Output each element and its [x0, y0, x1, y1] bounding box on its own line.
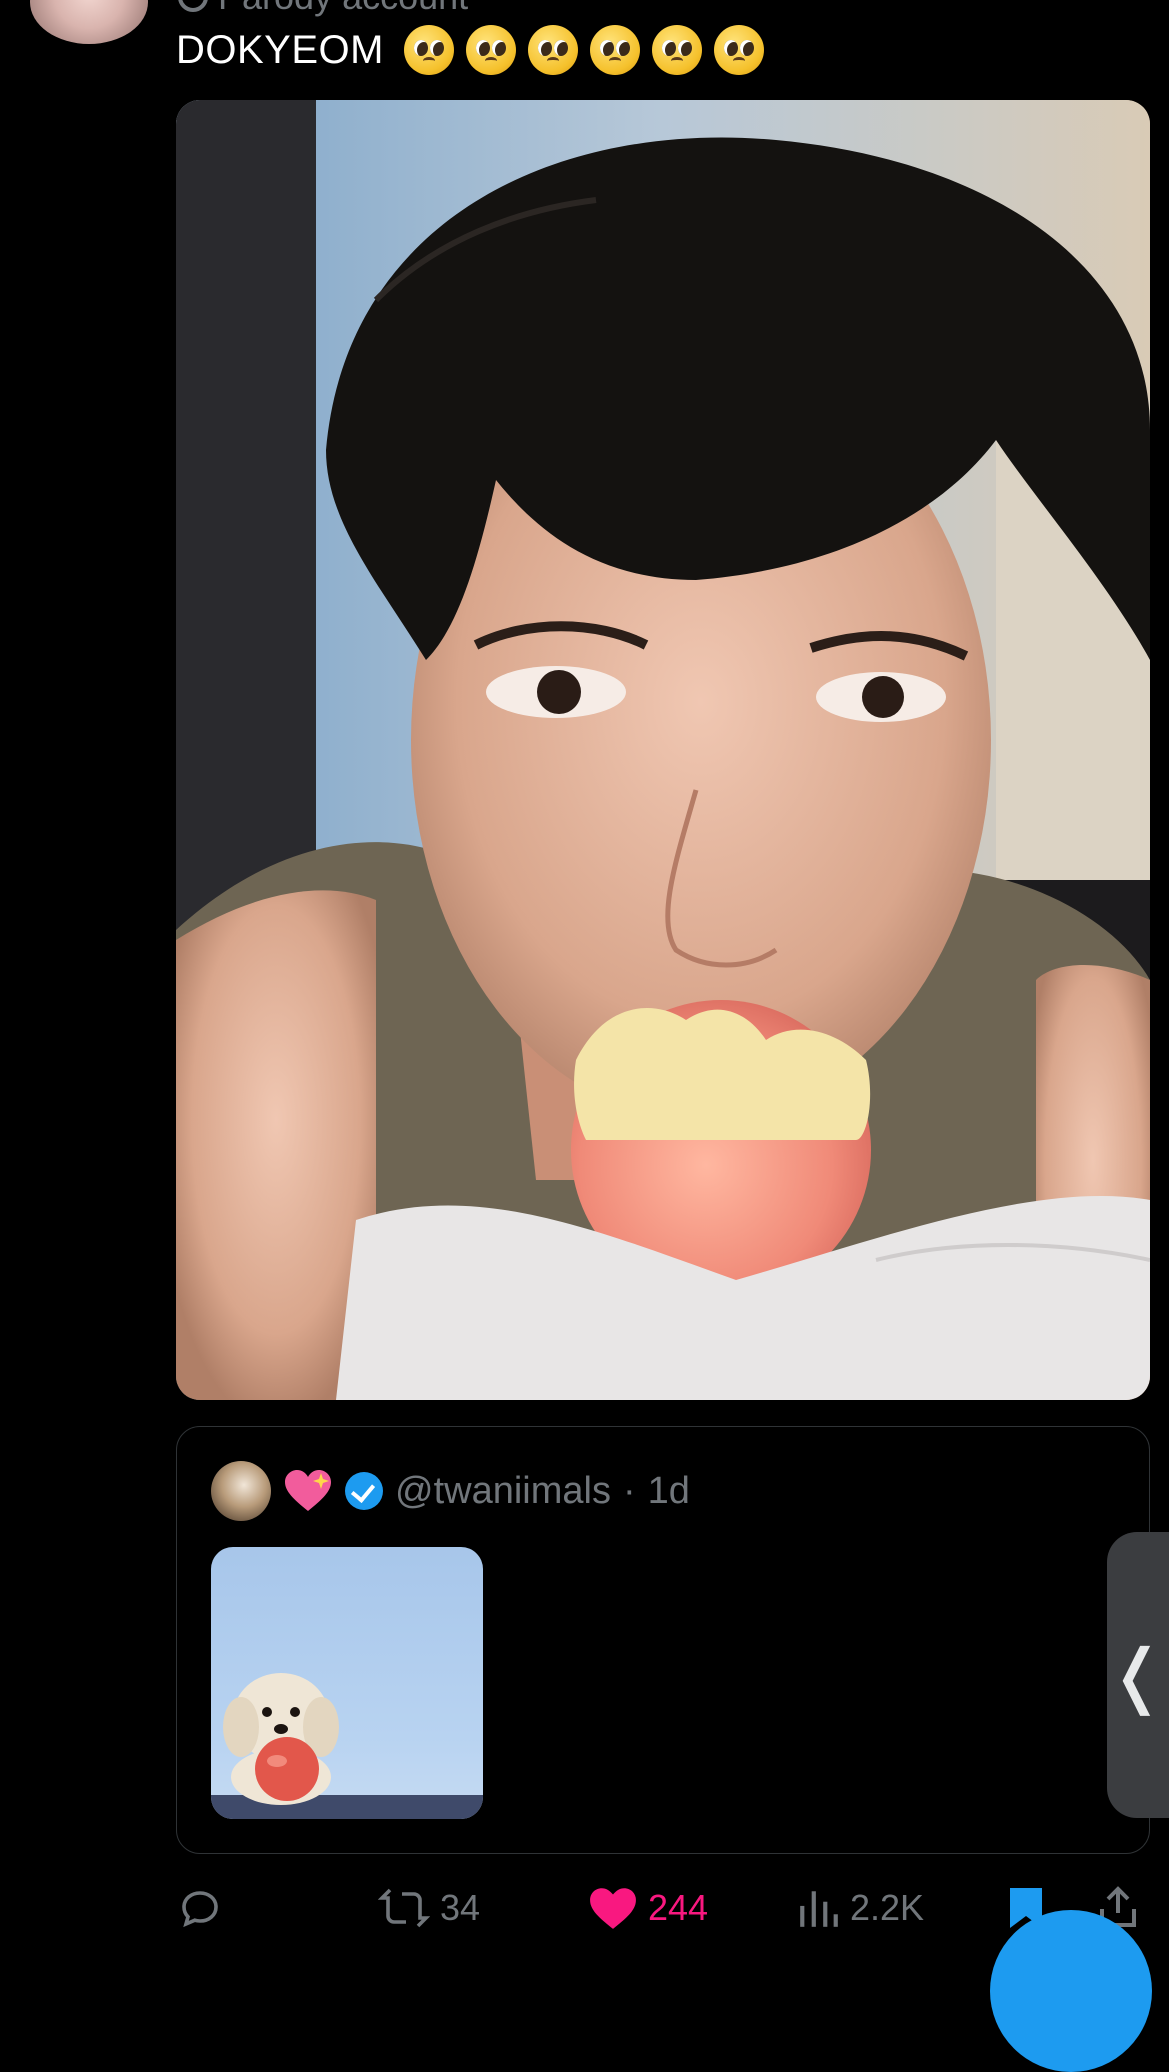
quoted-handle[interactable]: @twaniimals: [395, 1470, 611, 1513]
tweet-text-body: DOKYEOM: [176, 27, 384, 72]
heart-filled-icon: [590, 1888, 636, 1929]
retweet-button[interactable]: 34: [378, 1878, 480, 1938]
pleading-face-icon: [465, 25, 516, 75]
compose-fab-button[interactable]: [990, 1910, 1152, 2072]
emoji-row: [403, 25, 764, 75]
side-collapse-tab[interactable]: ❬: [1107, 1532, 1169, 1818]
analytics-icon: [800, 1891, 838, 1927]
retweet-icon: [378, 1888, 430, 1928]
reply-icon: [182, 1891, 218, 1928]
parody-label: Parody account: [218, 0, 468, 18]
verified-badge-icon: [345, 1472, 383, 1510]
views-count: 2.2K: [850, 1887, 925, 1928]
tweet-action-bar: 34 244 2.2K: [176, 1878, 1156, 1938]
like-count: 244: [648, 1887, 709, 1928]
pleading-face-icon: [713, 25, 764, 75]
quoted-tweet-header: @twaniimals · 1d: [211, 1461, 690, 1521]
pleading-face-icon: [589, 25, 640, 75]
pleading-face-icon: [527, 25, 578, 75]
sparkling-heart-icon: [283, 1469, 333, 1513]
puppy-illustration: [211, 1673, 483, 1819]
author-avatar[interactable]: [30, 0, 148, 44]
parody-icon: [178, 0, 208, 12]
pleading-face-icon: [651, 25, 702, 75]
reply-button[interactable]: [176, 1878, 234, 1938]
parody-label-row: Parody account: [178, 0, 468, 17]
tweet-photo[interactable]: [176, 100, 1150, 1400]
photo-illustration: [176, 100, 1150, 1400]
quoted-tweet-image[interactable]: [211, 1547, 483, 1819]
quoted-separator: ·: [622, 1469, 636, 1512]
quoted-tweet[interactable]: @twaniimals · 1d: [176, 1426, 1150, 1854]
views-button[interactable]: 2.2K: [798, 1878, 924, 1938]
retweet-count: 34: [440, 1887, 481, 1928]
quoted-time: 1d: [647, 1469, 690, 1512]
pleading-face-icon: [403, 25, 454, 75]
like-button[interactable]: 244: [588, 1878, 708, 1938]
quoted-author-avatar[interactable]: [211, 1461, 271, 1521]
tweet-text: DOKYEOM: [176, 25, 764, 75]
chevron-left-icon: ❬: [1107, 1634, 1167, 1716]
